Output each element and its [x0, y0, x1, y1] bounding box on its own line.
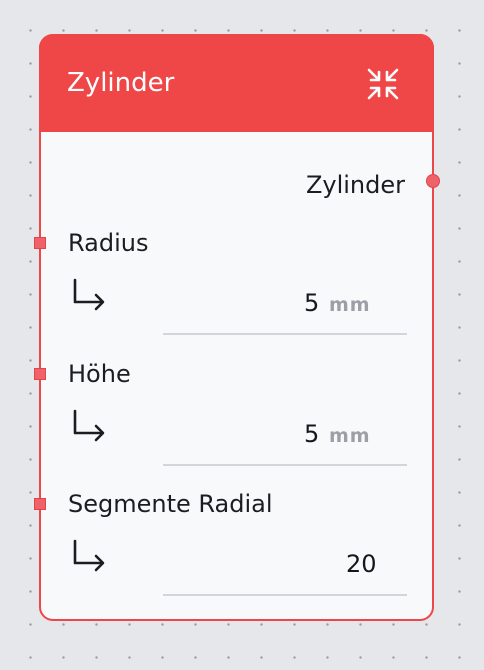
cylinder-node[interactable]: Zylinder Zylinder Radius 5 mm Höhe 5 mm …: [34, 34, 440, 621]
output-label: Zylinder: [305, 171, 405, 199]
sub-arrow-icon: [69, 538, 109, 572]
hoehe-unit: mm: [329, 425, 371, 447]
segmente-radial-value: 20: [346, 550, 377, 578]
param-label-radius: Radius: [68, 229, 149, 257]
radius-value: 5: [304, 289, 320, 317]
input-port-hoehe[interactable]: [34, 368, 46, 380]
param-label-hoehe: Höhe: [68, 360, 131, 388]
param-label-segmente-radial: Segmente Radial: [68, 490, 273, 518]
node-title: Zylinder: [67, 68, 175, 98]
segmente-radial-input[interactable]: 20: [163, 548, 407, 596]
hoehe-input[interactable]: 5 mm: [163, 418, 407, 466]
sub-arrow-icon: [69, 408, 109, 442]
radius-unit: mm: [329, 294, 371, 316]
hoehe-value: 5: [304, 420, 320, 448]
radius-input[interactable]: 5 mm: [163, 287, 407, 335]
output-port[interactable]: [426, 174, 440, 188]
input-port-segmente-radial[interactable]: [34, 498, 46, 510]
sub-arrow-icon: [69, 277, 109, 311]
collapse-arrows-icon: [367, 68, 399, 100]
node-header[interactable]: Zylinder: [39, 34, 434, 132]
input-port-radius[interactable]: [34, 237, 46, 249]
collapse-button[interactable]: [366, 67, 400, 101]
